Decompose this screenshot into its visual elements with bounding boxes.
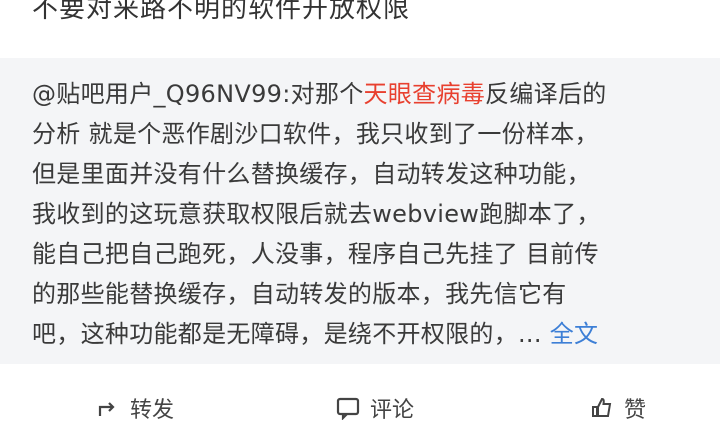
highlighted-keyword: 天眼查病毒 — [363, 80, 486, 108]
quote-text-before: 对那个 — [290, 80, 364, 108]
comment-label: 评论 — [370, 398, 415, 423]
quote-line-1: @贴吧用户_Q96NV99:对那个天眼查病毒反编译后的 — [32, 74, 692, 114]
share-button[interactable]: 转发 — [96, 392, 174, 424]
thumbs-up-icon — [592, 397, 612, 417]
share-label: 转发 — [130, 398, 175, 423]
share-icon — [98, 402, 115, 416]
action-bar: 转发 评论 赞 — [0, 364, 720, 423]
post-title: 不要对来路不明的软件开放权限 — [32, 0, 411, 24]
quoted-post[interactable]: @贴吧用户_Q96NV99:对那个天眼查病毒反编译后的 分析 就是个恶作剧沙口软… — [0, 58, 720, 364]
quoted-post-text: @贴吧用户_Q96NV99:对那个天眼查病毒反编译后的 分析 就是个恶作剧沙口软… — [32, 74, 692, 354]
comment-icon — [336, 397, 360, 420]
quote-last-line-text: 吧，这种功能都是无障碍，是绕不开权限的，... — [32, 320, 542, 348]
like-button[interactable]: 赞 — [590, 392, 646, 424]
quote-line-6: 的那些能替换缓存，自动转发的版本，我先信它有 — [32, 280, 567, 308]
read-more-link[interactable]: 全文 — [550, 320, 599, 348]
like-label: 赞 — [624, 398, 647, 423]
comment-button[interactable]: 评论 — [336, 392, 414, 424]
quote-line-7: 吧，这种功能都是无障碍，是绕不开权限的，... 全文 — [32, 314, 692, 354]
quote-author[interactable]: @贴吧用户_Q96NV99: — [32, 80, 291, 108]
quote-line-3: 但是里面并没有什么替换缓存，自动转发这种功能， — [32, 160, 591, 188]
quote-line-5: 能自己把自己跑死，人没事，程序自己先挂了 目前传 — [32, 240, 599, 268]
quote-line-2: 分析 就是个恶作剧沙口软件，我只收到了一份样本， — [32, 120, 599, 148]
quote-line-4: 我收到的这玩意获取权限后就去webview跑脚本了， — [32, 200, 601, 228]
quote-text-after: 反编译后的 — [485, 80, 607, 108]
